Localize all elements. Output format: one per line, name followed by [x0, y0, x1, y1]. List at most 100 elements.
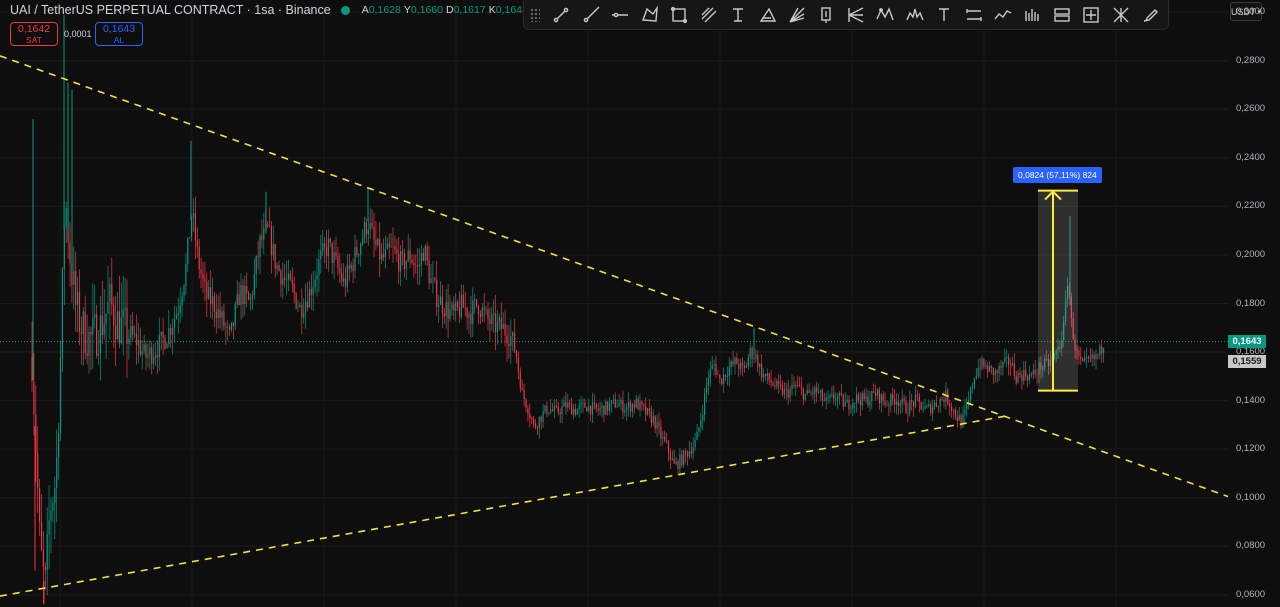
- candle-body: [65, 208, 67, 228]
- candle-body: [327, 238, 329, 257]
- candle-body: [420, 253, 423, 265]
- candle-body: [827, 397, 829, 399]
- candle-body: [637, 398, 639, 410]
- fib-fan-icon[interactable]: [785, 3, 808, 27]
- candle-body: [742, 362, 744, 366]
- brush-icon[interactable]: [1139, 3, 1162, 27]
- candle-body: [601, 405, 603, 409]
- candle-body: [468, 313, 470, 318]
- candle-body: [867, 396, 869, 406]
- candle-body: [249, 297, 252, 300]
- candle-body: [810, 392, 812, 394]
- candle-body: [135, 333, 138, 346]
- price-chart[interactable]: [0, 0, 1280, 607]
- candle-body: [455, 301, 457, 311]
- candle-body: [362, 238, 364, 244]
- candle-body: [1017, 372, 1019, 383]
- candle-body: [160, 331, 162, 336]
- candle-body: [445, 301, 447, 317]
- candle-body: [842, 394, 844, 407]
- candle-body: [39, 488, 41, 522]
- candle-body: [447, 301, 449, 319]
- candle-body: [474, 299, 476, 301]
- candle-body: [56, 457, 58, 489]
- xabcd-pattern-icon[interactable]: [874, 3, 897, 27]
- volume-bars-icon[interactable]: [1021, 3, 1044, 27]
- candle-body: [278, 265, 280, 271]
- measure-icon[interactable]: [1080, 3, 1103, 27]
- candle-body: [52, 502, 54, 511]
- buy-button[interactable]: 0,1643 AL: [95, 22, 143, 46]
- rectangle-icon[interactable]: [668, 3, 691, 27]
- candle-body: [324, 243, 326, 247]
- polyline-icon[interactable]: [638, 3, 661, 27]
- candle-body: [1078, 350, 1080, 357]
- trend-line-icon[interactable]: [550, 3, 573, 27]
- candle-body: [92, 317, 94, 335]
- candle-body: [768, 373, 770, 381]
- candle-body: [521, 388, 523, 390]
- candle-body: [141, 351, 143, 355]
- ohlc-value: 0,1617: [453, 4, 486, 16]
- measure-tool[interactable]: [1038, 189, 1078, 392]
- candle-body: [48, 520, 50, 535]
- drag-handle[interactable]: [530, 7, 540, 22]
- candle-body: [365, 222, 367, 235]
- buy-label: AL: [113, 35, 125, 45]
- head-shoulders-icon[interactable]: [903, 3, 926, 27]
- candle-body: [295, 293, 297, 309]
- candle-body: [766, 373, 768, 377]
- candle-body: [951, 406, 953, 411]
- candle-body: [259, 235, 261, 257]
- candle-body: [257, 256, 259, 257]
- candle-body: [983, 358, 985, 367]
- candle-body: [559, 412, 561, 415]
- candle-body: [738, 364, 740, 369]
- candle-body: [787, 389, 789, 398]
- candle-body: [895, 401, 898, 405]
- pitchfork-icon[interactable]: [844, 3, 867, 27]
- candle-body: [1103, 347, 1105, 354]
- candle-body: [932, 407, 934, 414]
- vertical-text-icon[interactable]: [726, 3, 749, 27]
- candle-body: [453, 304, 455, 311]
- ray-icon[interactable]: [579, 3, 602, 27]
- triangle-icon[interactable]: [756, 3, 779, 27]
- candle-body: [297, 307, 299, 309]
- parallel-channel-icon[interactable]: [697, 3, 720, 27]
- price-axis-label: 0,1200: [1236, 443, 1266, 455]
- sell-button[interactable]: 0,1642 SAT: [10, 22, 58, 46]
- long-position-icon[interactable]: [1050, 3, 1073, 27]
- candle-body: [443, 313, 445, 317]
- candle-body: [561, 406, 563, 415]
- candle-body: [675, 461, 677, 464]
- gann-icon[interactable]: [1109, 3, 1132, 27]
- candle-body: [831, 393, 833, 396]
- symbol-title[interactable]: UAI / TetherUS PERPETUAL CONTRACT · 1sa …: [10, 3, 331, 17]
- candle-body: [86, 353, 88, 357]
- price-axis-label: 0,0600: [1236, 588, 1266, 600]
- candle-body: [987, 365, 989, 373]
- candle-body: [918, 395, 920, 402]
- candle-body: [172, 327, 174, 335]
- price-label-icon[interactable]: [815, 3, 838, 27]
- candle-body: [128, 338, 130, 344]
- path-icon[interactable]: [991, 3, 1014, 27]
- candle-body: [835, 399, 837, 400]
- sell-label: SAT: [26, 35, 42, 45]
- candle-body: [894, 398, 896, 405]
- candle-body: [390, 246, 392, 248]
- candle-body: [187, 238, 189, 265]
- candle-body: [282, 277, 284, 285]
- candle-body: [384, 248, 386, 258]
- horizontal-ray-icon[interactable]: [609, 3, 632, 27]
- candle-body: [1097, 354, 1099, 356]
- candle-body: [495, 313, 497, 333]
- candle-body: [726, 375, 728, 377]
- candle-body: [149, 347, 151, 355]
- date-range-icon[interactable]: [962, 3, 985, 27]
- text-icon[interactable]: [932, 3, 955, 27]
- candle-body: [641, 401, 643, 405]
- candle-body: [629, 402, 632, 412]
- lower-support-trendline: [0, 414, 1009, 597]
